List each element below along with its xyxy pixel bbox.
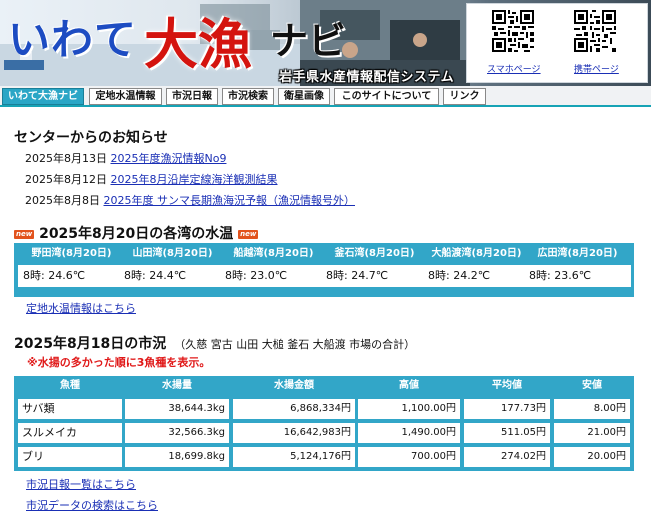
nav-item-about[interactable]: このサイトについて (334, 88, 439, 105)
notice-link[interactable]: 2025年度 サンマ長期漁海況予報（漁況情報号外） (104, 194, 356, 207)
water-temp-info-link[interactable]: 定地水温情報はこちら (26, 300, 136, 316)
water-temp-title: 2025年8月20日の各湾の水温 (39, 226, 234, 242)
qr-code-panel: スマホページ 携帯ページ (466, 3, 648, 83)
table-cell-low: 21.00円 (554, 423, 630, 443)
temp-station-value: 8時: 24.6℃ (18, 265, 125, 287)
mobile-qr-code-icon (574, 10, 616, 52)
temp-station-name: 大船渡湾(8月20日) (431, 248, 522, 259)
nav-item-market-search[interactable]: 市況検索 (222, 88, 274, 105)
system-name: 岩手県水産情報配信システム (279, 70, 455, 85)
temp-station-value: 8時: 24.4℃ (119, 265, 226, 287)
table-cell-species: サバ類 (18, 399, 122, 419)
table-cell-amount: 16,642,983円 (233, 423, 355, 443)
temp-station: 広田湾(8月20日) 8時: 23.6℃ (524, 247, 631, 293)
notices-title: センターからのお知らせ (14, 130, 168, 146)
water-temp-title-row: new 2025年8月20日の各湾の水温 new (14, 223, 259, 243)
temp-station-value: 8時: 24.7℃ (321, 265, 428, 287)
table-cell-low: 20.00円 (554, 447, 630, 467)
temp-station-value: 8時: 24.2℃ (423, 265, 530, 287)
col-header-low: 安値 (582, 380, 602, 391)
market-subtitle: （久慈 宮古 山田 大槌 釜石 大船渡 市場の合計） (174, 338, 416, 351)
notice-item: 2025年8月12日 2025年8月沿岸定線海洋観測結果 (25, 171, 278, 187)
temp-station: 山田湾(8月20日) 8時: 24.4℃ (119, 247, 226, 293)
logo-navi-text: ナビ (270, 19, 347, 63)
temp-station-value: 8時: 23.6℃ (524, 265, 631, 287)
table-cell-volume: 18,699.8kg (125, 447, 229, 467)
table-cell-average: 511.05円 (464, 423, 550, 443)
table-cell-amount: 5,124,176円 (233, 447, 355, 467)
nav-item-links[interactable]: リンク (443, 88, 486, 105)
temp-station-name: 釜石湾(8月20日) (334, 248, 415, 259)
table-cell-volume: 38,644.3kg (125, 399, 229, 419)
main-nav: いわて大漁ナビ 定地水温情報 市況日報 市況検索 衛星画像 このサイトについて … (0, 86, 651, 107)
header-banner: いわて 大漁 ナビ 岩手県水産情報配信システム スマホページ 携帯ページ (0, 0, 651, 86)
nav-item-market-daily[interactable]: 市況日報 (166, 88, 218, 105)
new-badge: new (238, 229, 259, 239)
notice-item: 2025年8月8日 2025年度 サンマ長期漁海況予報（漁況情報号外） (25, 192, 355, 208)
temp-station-name: 野田湾(8月20日) (31, 248, 112, 259)
table-cell-volume: 32,566.3kg (125, 423, 229, 443)
nav-item-water-temp[interactable]: 定地水温情報 (89, 88, 162, 105)
market-title: 2025年8月18日の市況 (14, 336, 167, 352)
temp-station: 釜石湾(8月20日) 8時: 24.7℃ (321, 247, 428, 293)
temp-station: 大船渡湾(8月20日) 8時: 24.2℃ (423, 247, 530, 293)
col-header-species: 魚種 (60, 380, 80, 391)
market-daily-list-link[interactable]: 市況日報一覧はこちら (26, 476, 136, 492)
table-cell-high: 1,490.00円 (358, 423, 460, 443)
temp-station-name: 船越湾(8月20日) (233, 248, 314, 259)
smartphone-page-link[interactable]: スマホページ (487, 62, 541, 75)
nav-item-home[interactable]: いわて大漁ナビ (2, 88, 84, 105)
temp-station-name: 山田湾(8月20日) (132, 248, 213, 259)
table-cell-high: 1,100.00円 (358, 399, 460, 419)
col-header-amount: 水揚金額 (274, 380, 314, 391)
notice-date: 2025年8月8日 (25, 194, 100, 207)
col-header-average: 平均値 (492, 380, 522, 391)
col-header-volume: 水揚量 (162, 380, 192, 391)
notice-link[interactable]: 2025年8月沿岸定線海洋観測結果 (111, 173, 278, 186)
temp-station: 野田湾(8月20日) 8時: 24.6℃ (18, 247, 125, 293)
notice-date: 2025年8月13日 (25, 152, 107, 165)
table-cell-amount: 6,868,334円 (233, 399, 355, 419)
market-title-row: 2025年8月18日の市況 （久慈 宮古 山田 大槌 釜石 大船渡 市場の合計） (14, 333, 415, 353)
col-header-high: 高値 (399, 380, 419, 391)
table-cell-average: 177.73円 (464, 399, 550, 419)
temp-station-name: 広田湾(8月20日) (537, 248, 618, 259)
market-table: 魚種 水揚量 水揚金額 高値 平均値 安値 サバ類 38,644.3kg 6,8… (14, 376, 634, 471)
notice-item: 2025年8月13日 2025年度漁況情報No9 (25, 150, 226, 166)
table-cell-high: 700.00円 (358, 447, 460, 467)
notice-date: 2025年8月12日 (25, 173, 107, 186)
table-cell-species: ブリ (18, 447, 122, 467)
market-note: ※水揚の多かった順に3魚種を表示。 (27, 356, 211, 369)
mobile-page-link[interactable]: 携帯ページ (574, 62, 619, 75)
smartphone-qr-code-icon (492, 10, 534, 52)
temp-station-value: 8時: 23.0℃ (220, 265, 327, 287)
notice-link[interactable]: 2025年度漁況情報No9 (111, 152, 227, 165)
new-badge: new (14, 229, 35, 239)
logo-iwate-text: いわて (8, 15, 138, 64)
table-cell-low: 8.00円 (554, 399, 630, 419)
nav-item-satellite[interactable]: 衛星画像 (278, 88, 330, 105)
table-cell-species: スルメイカ (18, 423, 122, 443)
logo-tairyo-text: 大漁 (144, 12, 252, 76)
water-temp-panel: 野田湾(8月20日) 8時: 24.6℃ 山田湾(8月20日) 8時: 24.4… (14, 243, 634, 297)
market-data-search-link[interactable]: 市況データの検索はこちら (26, 497, 158, 513)
table-cell-average: 274.02円 (464, 447, 550, 467)
temp-station: 船越湾(8月20日) 8時: 23.0℃ (220, 247, 327, 293)
